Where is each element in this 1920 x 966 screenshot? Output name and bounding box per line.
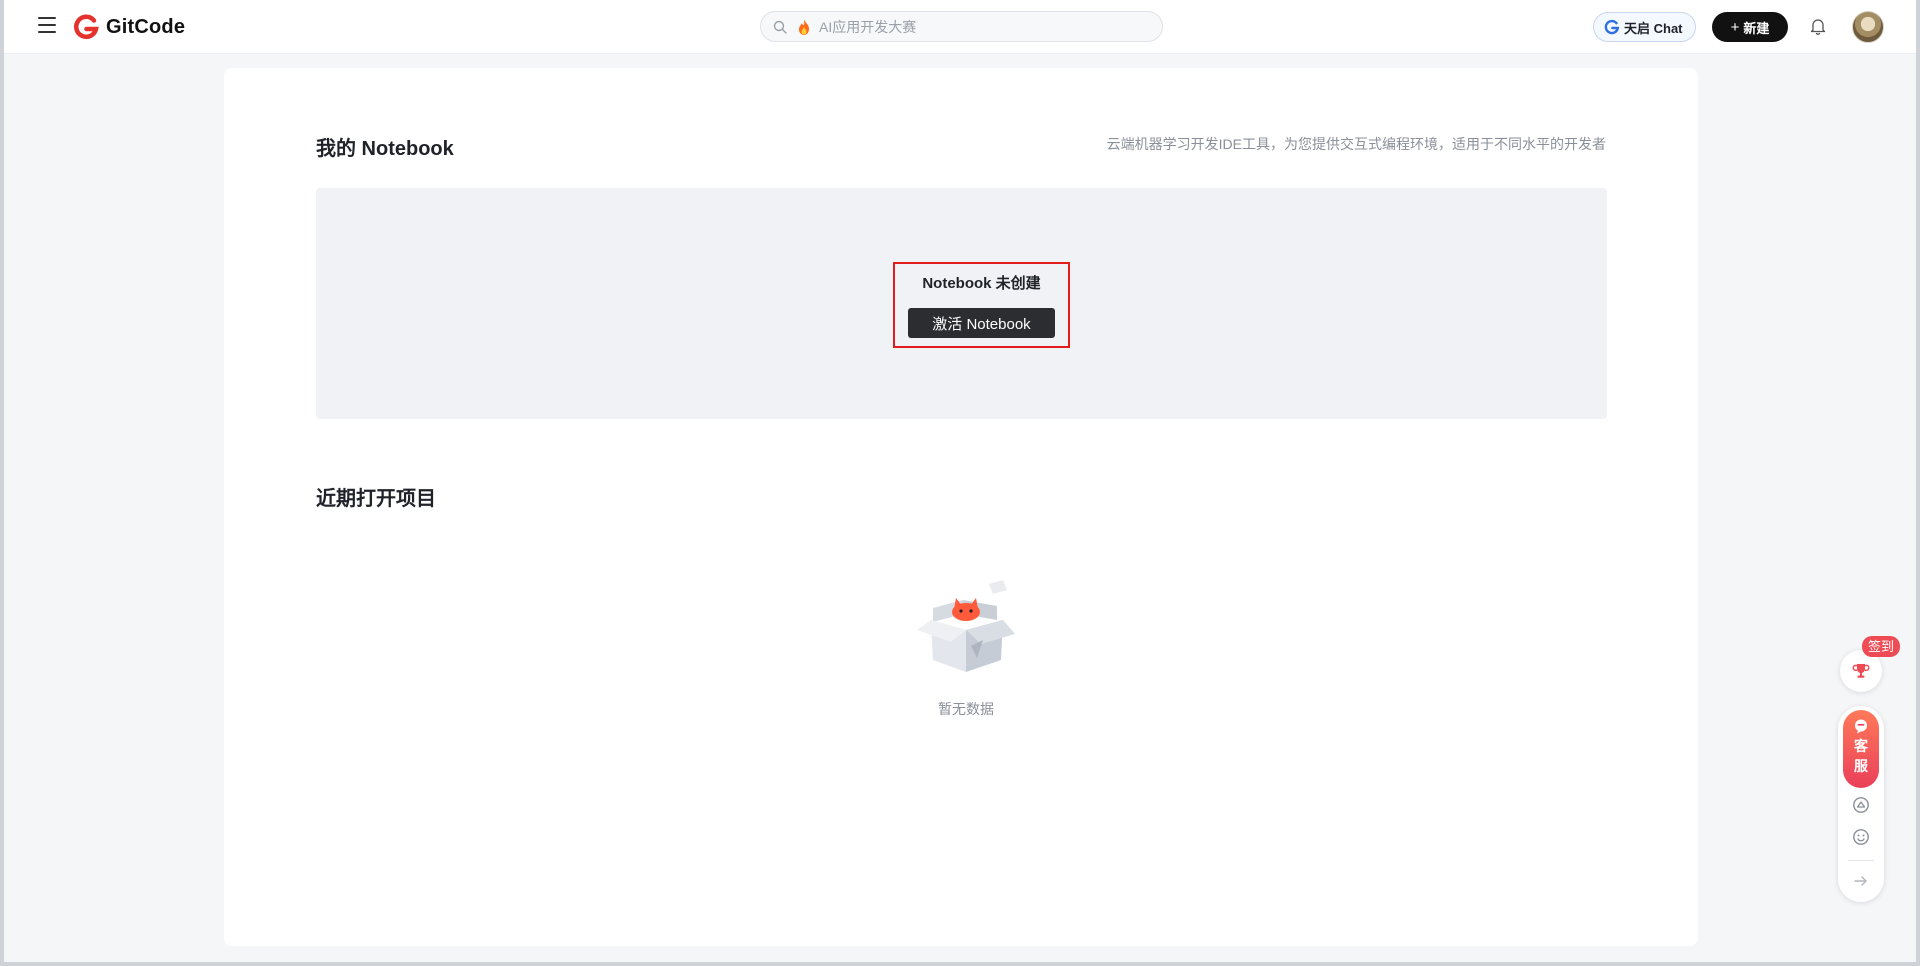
search-bar[interactable] — [760, 11, 1163, 42]
service-char-1: 客 — [1854, 738, 1868, 754]
notebook-description: 云端机器学习开发IDE工具，为您提供交互式编程环境，适用于不同水平的开发者 — [1106, 136, 1606, 152]
notebook-panel: Notebook 未创建 激活 Notebook — [316, 188, 1607, 419]
logo-text: GitCode — [106, 15, 186, 38]
notebook-highlight-box: Notebook 未创建 激活 Notebook — [893, 262, 1070, 348]
side-toolbar: 客 服 — [1838, 706, 1884, 902]
search-icon — [773, 20, 787, 34]
top-header: GitCode 天启 Chat + 新建 — [4, 0, 1916, 54]
search-input[interactable] — [817, 17, 1137, 36]
page-frame: GitCode 天启 Chat + 新建 — [0, 0, 1920, 966]
checkin-badge[interactable]: 签到 — [1862, 636, 1901, 657]
plus-icon: + — [1730, 18, 1740, 36]
feedback-icon[interactable] — [1852, 796, 1870, 814]
notebook-status: Notebook 未创建 — [922, 275, 1041, 292]
main-card: 我的 Notebook 云端机器学习开发IDE工具，为您提供交互式编程环境，适用… — [224, 68, 1698, 946]
empty-state: 暂无数据 — [911, 576, 1021, 719]
customer-service-button[interactable]: 客 服 — [1843, 710, 1879, 788]
empty-box-icon — [917, 580, 1015, 672]
new-button[interactable]: + 新建 — [1712, 12, 1788, 42]
toolbar-divider — [1848, 860, 1874, 861]
chat-bubble-icon — [1855, 719, 1867, 734]
chat-button-label: 天启 Chat — [1624, 20, 1683, 36]
service-char-2: 服 — [1854, 758, 1868, 774]
bell-icon[interactable] — [1809, 17, 1827, 35]
hamburger-menu-icon[interactable] — [38, 17, 58, 35]
activate-notebook-button[interactable]: 激活 Notebook — [908, 308, 1055, 338]
arrow-right-icon[interactable] — [1852, 872, 1870, 890]
empty-state-text: 暂无数据 — [938, 701, 994, 717]
g-logo-icon — [1604, 19, 1620, 35]
tianqi-chat-button[interactable]: 天启 Chat — [1593, 12, 1696, 42]
fire-icon — [799, 18, 809, 35]
recent-projects-title: 近期打开项目 — [316, 488, 436, 510]
trophy-icon — [1852, 664, 1870, 678]
gitcode-logo-icon — [74, 14, 99, 40]
new-button-label: 新建 — [1743, 20, 1770, 36]
notebook-section-title: 我的 Notebook — [316, 138, 454, 160]
smile-icon[interactable] — [1852, 828, 1870, 846]
user-avatar[interactable] — [1852, 11, 1884, 43]
logo[interactable]: GitCode — [72, 12, 185, 42]
